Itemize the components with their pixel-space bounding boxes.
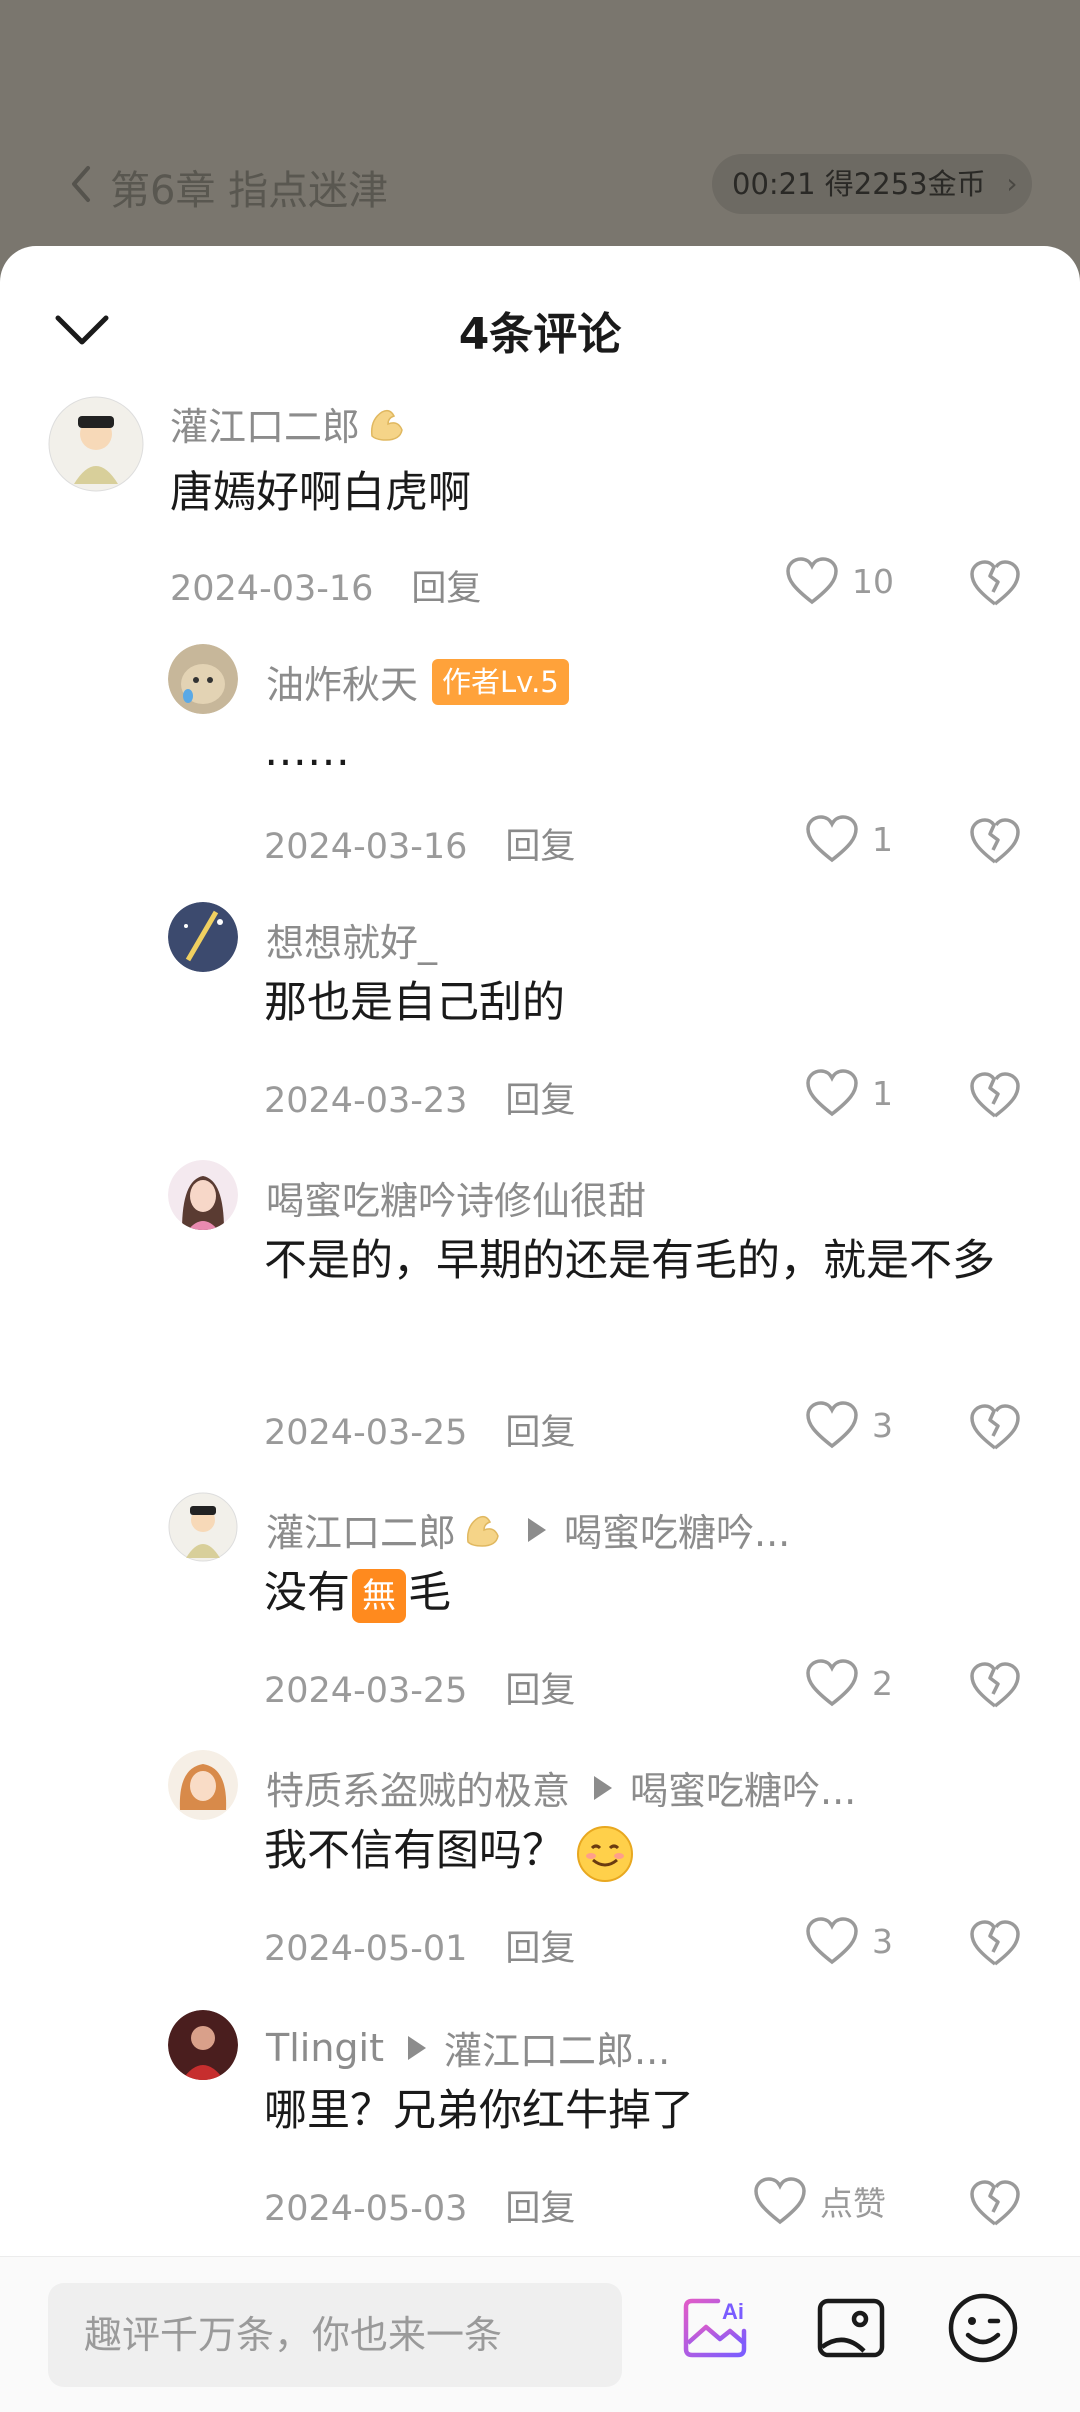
like-count: 1: [872, 819, 893, 859]
comment-content: 哪里？兄弟你红牛掉了: [264, 2086, 694, 2136]
like-button[interactable]: 10: [784, 556, 894, 606]
comment-content: 不是的，早期的还是有毛的，就是不多: [264, 1236, 995, 1286]
like-label: 点赞: [820, 2184, 886, 2223]
like-count: 3: [872, 1405, 893, 1445]
author-level-badge: 作者Lv.5: [432, 658, 569, 705]
like-count: 3: [872, 1921, 893, 1961]
avatar[interactable]: [168, 644, 238, 714]
heart-icon: [806, 1917, 858, 1965]
reply-button[interactable]: 回复: [505, 827, 575, 867]
reply-to-name[interactable]: 喝蜜吃糖吟...: [630, 1760, 856, 1815]
heart-icon: [754, 2177, 806, 2225]
comment-date: 2024-03-25: [264, 1413, 468, 1453]
ai-icon-label: Ai: [722, 2299, 744, 2324]
comment-input[interactable]: 趣评千万条，你也来一条: [48, 2283, 622, 2387]
avatar[interactable]: [168, 2010, 238, 2080]
reply-button[interactable]: 回复: [411, 569, 481, 609]
commenter-name[interactable]: 喝蜜吃糖吟诗修仙很甜: [266, 1170, 646, 1225]
commenter-name[interactable]: 灌江口二郎: [170, 396, 360, 451]
reply-arrow-icon: [408, 2035, 426, 2060]
avatar[interactable]: [168, 1750, 238, 1820]
back-chevron-icon[interactable]: [62, 160, 102, 208]
like-count: 2: [872, 1663, 893, 1703]
comment-content: 那也是自己刮的: [264, 978, 565, 1028]
heart-icon: [786, 557, 838, 605]
flexed-arm-emoji-icon: [370, 409, 403, 441]
broken-heart-icon[interactable]: [968, 814, 1022, 868]
broken-heart-icon[interactable]: [968, 1068, 1022, 1122]
reply-button[interactable]: 回复: [505, 1929, 575, 1969]
heart-icon: [806, 1659, 858, 1707]
comment-content: 唐嫣好啊白虎啊: [170, 468, 471, 518]
comment-date: 2024-03-16: [170, 569, 374, 609]
avatar[interactable]: [168, 1160, 238, 1230]
ai-image-icon[interactable]: Ai: [680, 2291, 754, 2365]
image-upload-icon[interactable]: [814, 2291, 888, 2365]
comment-text: 毛: [408, 1568, 451, 1618]
avatar[interactable]: [168, 1492, 238, 1562]
wu-emoji-icon: 無: [352, 1568, 406, 1623]
commenter-name[interactable]: 想想就好_: [266, 912, 437, 967]
like-button[interactable]: 点赞: [752, 2176, 886, 2226]
heart-icon: [806, 1401, 858, 1449]
comment-content: 没有無毛: [264, 1556, 1032, 1630]
comment-date: 2024-03-23: [264, 1081, 468, 1121]
commenter-name[interactable]: 特质系盗贼的极意: [266, 1760, 570, 1815]
reply-button[interactable]: 回复: [505, 1413, 575, 1453]
comment-date: 2024-03-25: [264, 1671, 468, 1711]
like-button[interactable]: 1: [804, 814, 893, 864]
commenter-name[interactable]: 灌江口二郎: [266, 1502, 456, 1557]
broken-heart-icon[interactable]: [968, 556, 1022, 610]
comment-input-bar: 趣评千万条，你也来一条 Ai: [0, 2256, 1080, 2412]
heart-icon: [806, 815, 858, 863]
broken-heart-icon[interactable]: [968, 1658, 1022, 1712]
avatar[interactable]: [168, 902, 238, 972]
avatar[interactable]: [48, 396, 144, 492]
reply-button[interactable]: 回复: [505, 1081, 575, 1121]
commenter-name[interactable]: 油炸秋天: [266, 654, 418, 709]
coin-reward-pill[interactable]: 00:21 得2253金币 ›: [712, 154, 1032, 214]
comment-date: 2024-05-01: [264, 1929, 468, 1969]
comment-count-title: 4条评论: [458, 309, 622, 360]
like-button[interactable]: 2: [804, 1658, 893, 1708]
comment-date: 2024-05-03: [264, 2189, 468, 2229]
commenter-name[interactable]: Tlingit: [266, 2026, 384, 2070]
like-button[interactable]: 3: [804, 1400, 893, 1450]
flexed-arm-emoji-icon: [466, 1515, 499, 1547]
like-button[interactable]: 3: [804, 1916, 893, 1966]
comment-date: 2024-03-16: [264, 827, 468, 867]
coin-reward-text: 00:21 得2253金币: [732, 167, 986, 201]
smiling-face-emoji-icon: [577, 1825, 633, 1882]
comment-sheet: 4条评论 灌江口二郎 唐嫣好啊白虎啊 2024-03-16 回复 10 油炸秋天 …: [0, 246, 1080, 2412]
reply-arrow-icon: [528, 1517, 547, 1542]
comment-content: ……: [264, 726, 350, 776]
like-count: 10: [852, 561, 894, 601]
comment-text: 我不信有图吗？: [264, 1826, 565, 1876]
reply-button[interactable]: 回复: [505, 2189, 575, 2229]
broken-heart-icon[interactable]: [968, 1916, 1022, 1970]
heart-icon: [806, 1069, 858, 1117]
like-count: 1: [872, 1073, 893, 1113]
reply-to-name[interactable]: 灌江口二郎...: [444, 2020, 670, 2075]
reply-button[interactable]: 回复: [505, 1671, 575, 1711]
reply-to-name[interactable]: 喝蜜吃糖吟...: [564, 1502, 790, 1557]
comment-content: 我不信有图吗？: [264, 1814, 1032, 1888]
like-button[interactable]: 1: [804, 1068, 893, 1118]
chevron-right-icon: ›: [1006, 167, 1018, 200]
reader-background: [0, 0, 1080, 260]
chapter-title[interactable]: 第6章 指点迷津: [110, 158, 388, 216]
emoji-wink-icon[interactable]: [946, 2291, 1020, 2365]
comment-text: 没有: [264, 1568, 350, 1618]
broken-heart-icon[interactable]: [968, 2176, 1022, 2230]
broken-heart-icon[interactable]: [968, 1400, 1022, 1454]
reply-arrow-icon: [594, 1775, 613, 1800]
